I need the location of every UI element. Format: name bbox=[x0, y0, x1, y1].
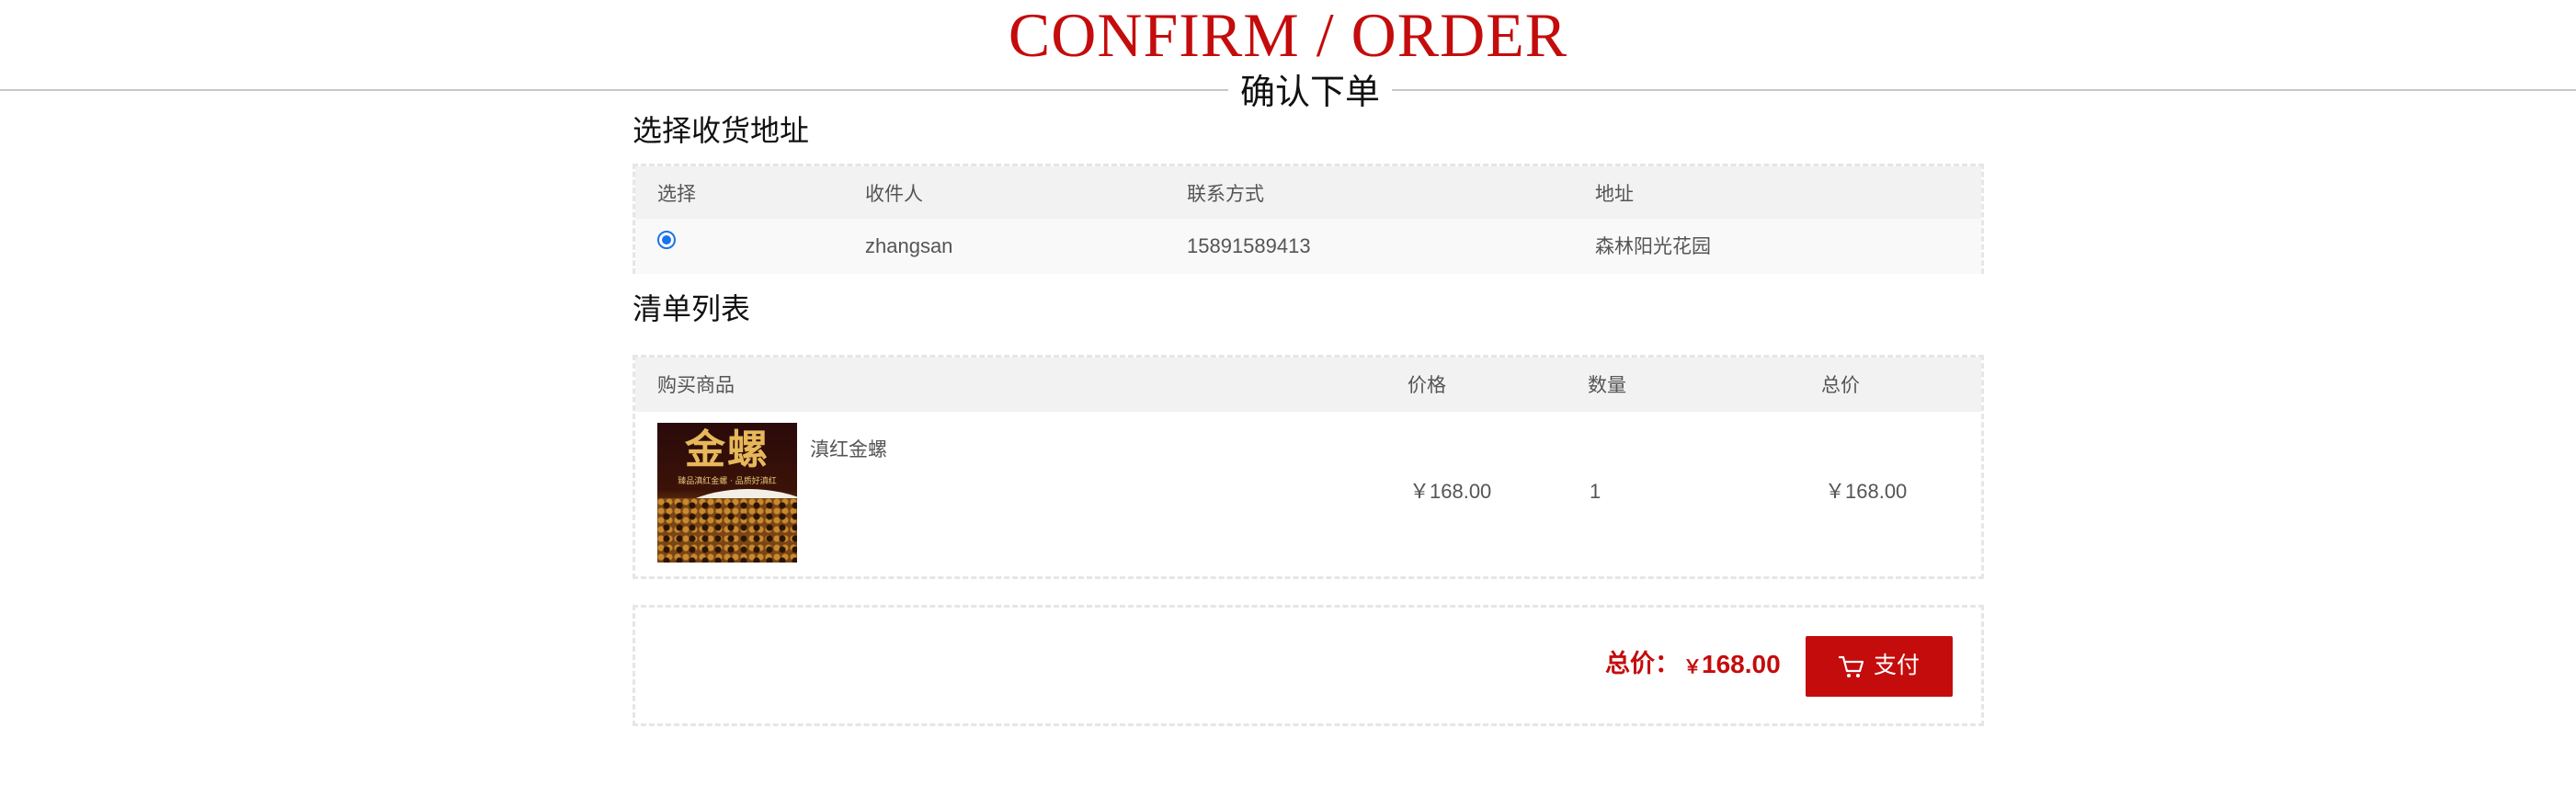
product-price: ￥168.00 bbox=[1409, 480, 1492, 503]
recipient-phone: 15891589413 bbox=[1187, 234, 1311, 257]
address-table-header: 选择 收件人 联系方式 地址 bbox=[635, 166, 1981, 219]
order-table-header: 购买商品 价格 数量 总价 bbox=[635, 358, 1981, 412]
product-subtotal: ￥168.00 bbox=[1825, 480, 1908, 503]
currency-symbol: ￥ bbox=[1683, 657, 1702, 677]
order-list-title: 清单列表 bbox=[633, 291, 751, 326]
recipient-address: 森林阳光花园 bbox=[1595, 235, 1711, 257]
product-image-tagline: 臻品滇红金螺 · 品质好滇红 bbox=[678, 477, 777, 486]
column-header-product: 购买商品 bbox=[657, 374, 735, 396]
total-number: 168.00 bbox=[1702, 650, 1781, 678]
column-header-quantity: 数量 bbox=[1588, 374, 1626, 396]
product-image-tea-leaves bbox=[657, 498, 797, 563]
column-header-select: 选择 bbox=[657, 183, 696, 205]
column-header-subtotal: 总价 bbox=[1821, 374, 1860, 396]
recipient-name: zhangsan bbox=[865, 234, 953, 257]
address-row[interactable]: zhangsan 15891589413 森林阳光花园 bbox=[635, 219, 1981, 274]
product-image-brand: 金螺 bbox=[685, 426, 769, 473]
page-title-cn: 确认下单 bbox=[1228, 68, 1392, 116]
page-title-en: CONFIRM / ORDER bbox=[1008, 0, 1568, 70]
product-name[interactable]: 滇红金螺 bbox=[810, 437, 887, 462]
product-image[interactable]: 金螺 臻品滇红金螺 · 品质好滇红 bbox=[657, 423, 797, 563]
total-label: 总价： bbox=[1605, 650, 1680, 678]
address-table: 选择 收件人 联系方式 地址 zhangsan 15891589413 森林阳光… bbox=[633, 164, 1984, 274]
column-header-recipient: 收件人 bbox=[865, 183, 923, 205]
pay-button-label: 支付 bbox=[1874, 652, 1921, 678]
total-amount: ￥168.00 bbox=[1683, 648, 1781, 684]
column-header-address: 地址 bbox=[1595, 183, 1634, 205]
pay-button[interactable]: 支付 bbox=[1806, 636, 1953, 697]
address-section-title: 选择收货地址 bbox=[633, 113, 810, 148]
order-summary: 总价： ￥168.00 支付 bbox=[633, 605, 1984, 726]
column-header-contact: 联系方式 bbox=[1187, 183, 1264, 205]
column-header-price: 价格 bbox=[1408, 374, 1446, 396]
order-item-row: 金螺 臻品滇红金螺 · 品质好滇红 滇红金螺 ￥168.00 1 ￥168.00 bbox=[635, 412, 1981, 577]
order-table: 购买商品 价格 数量 总价 金螺 臻品滇红金螺 · 品质好滇红 滇红金螺 ￥16… bbox=[633, 355, 1984, 579]
page-header: CONFIRM / ORDER 确认下单 bbox=[0, 0, 2576, 119]
address-radio-selected[interactable] bbox=[657, 231, 676, 249]
product-quantity: 1 bbox=[1590, 480, 1601, 503]
cart-icon bbox=[1839, 655, 1864, 677]
